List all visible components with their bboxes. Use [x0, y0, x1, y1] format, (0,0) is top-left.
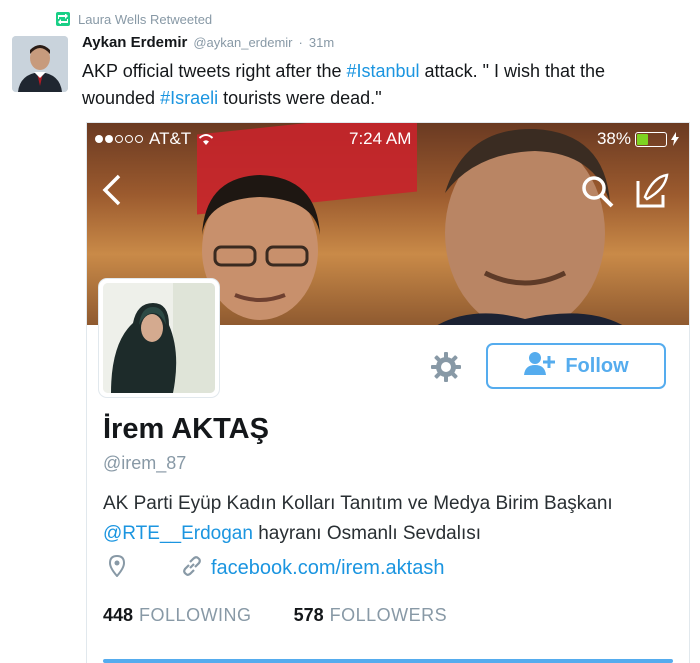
carrier-name: AT&T: [149, 129, 192, 148]
followers-stat[interactable]: 578 FOLLOWERS: [294, 605, 448, 626]
embedded-profile-screenshot[interactable]: AT&T 7:24 AM 38% Follow İrem AKTAŞ @irem…: [86, 122, 690, 663]
tweet-header: Aykan Erdemir @aykan_erdemir · 31m: [82, 34, 334, 51]
retweet-context: Laura Wells Retweeted: [56, 9, 212, 29]
banner-person-right: [437, 128, 623, 325]
separator-dot: ·: [298, 35, 303, 50]
link-icon: [181, 555, 203, 582]
bio-mention-link[interactable]: @RTE__Erdogan: [103, 523, 253, 544]
tweet-text: AKP official tweets right after the #Ist…: [82, 58, 682, 112]
bio-text: AK Parti Eyüp Kadın Kolları Tanıtım ve M…: [103, 493, 613, 514]
signal-icon: [95, 135, 143, 143]
hashtag-istanbul[interactable]: #Istanbul: [346, 61, 419, 81]
add-person-icon: [523, 350, 557, 382]
phone-status-bar: AT&T 7:24 AM 38%: [87, 123, 689, 153]
follow-button[interactable]: Follow: [486, 343, 666, 389]
retweet-icon: [56, 12, 70, 26]
battery-percent: 38%: [596, 129, 631, 148]
profile-avatar[interactable]: [99, 279, 219, 397]
compose-icon[interactable]: [635, 173, 669, 214]
profile-stats: 448 FOLLOWING 578 FOLLOWERS: [103, 605, 489, 626]
profile-bio: AK Parti Eyüp Kadın Kolları Tanıtım ve M…: [103, 489, 683, 549]
gear-icon[interactable]: [430, 351, 462, 388]
follow-label: Follow: [565, 354, 629, 377]
tweet-text-part: tourists were dead.": [218, 88, 382, 108]
status-time: 7:24 AM: [349, 129, 412, 148]
search-icon[interactable]: [581, 175, 615, 214]
profile-website-link[interactable]: facebook.com/irem.aktash: [211, 557, 444, 580]
charging-icon: [671, 132, 679, 146]
following-count: 448: [103, 605, 134, 625]
profile-handle: @irem_87: [103, 453, 187, 473]
location-pin-icon: [108, 554, 126, 582]
followers-count: 578: [293, 605, 324, 625]
followers-label: FOLLOWERS: [329, 605, 448, 625]
battery-icon: [635, 131, 667, 147]
author-avatar[interactable]: [12, 36, 68, 92]
tweet-timestamp[interactable]: 31m: [309, 35, 334, 50]
retweet-label[interactable]: Laura Wells Retweeted: [78, 12, 212, 27]
author-handle[interactable]: @aykan_erdemir: [193, 35, 292, 50]
bio-text: hayranı Osmanlı Sevdalısı: [252, 523, 482, 544]
carrier-info: AT&T: [95, 129, 215, 149]
author-name[interactable]: Aykan Erdemir: [82, 34, 187, 51]
battery-indicator: 38%: [597, 129, 679, 149]
profile-meta: facebook.com/irem.aktash: [108, 554, 444, 582]
hashtag-israeli[interactable]: #Israeli: [160, 88, 218, 108]
following-label: FOLLOWING: [139, 605, 252, 625]
following-stat[interactable]: 448 FOLLOWING: [103, 605, 252, 626]
profile-name: İrem AKTAŞ: [103, 413, 269, 445]
tweet-text-part: AKP official tweets right after the: [82, 61, 347, 81]
chevron-left-icon[interactable]: [101, 173, 123, 212]
wifi-icon: [199, 134, 214, 145]
